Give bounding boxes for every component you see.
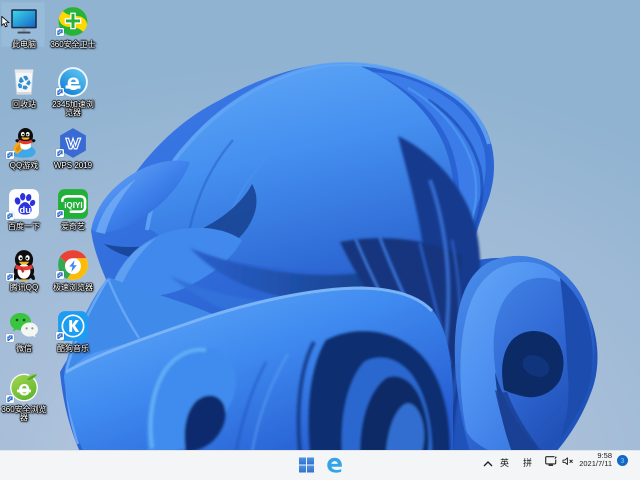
svg-text:iQIYI: iQIYI — [64, 201, 82, 210]
svg-text:e: e — [18, 376, 30, 400]
svg-text:e: e — [67, 69, 80, 95]
svg-text:du: du — [19, 205, 31, 216]
